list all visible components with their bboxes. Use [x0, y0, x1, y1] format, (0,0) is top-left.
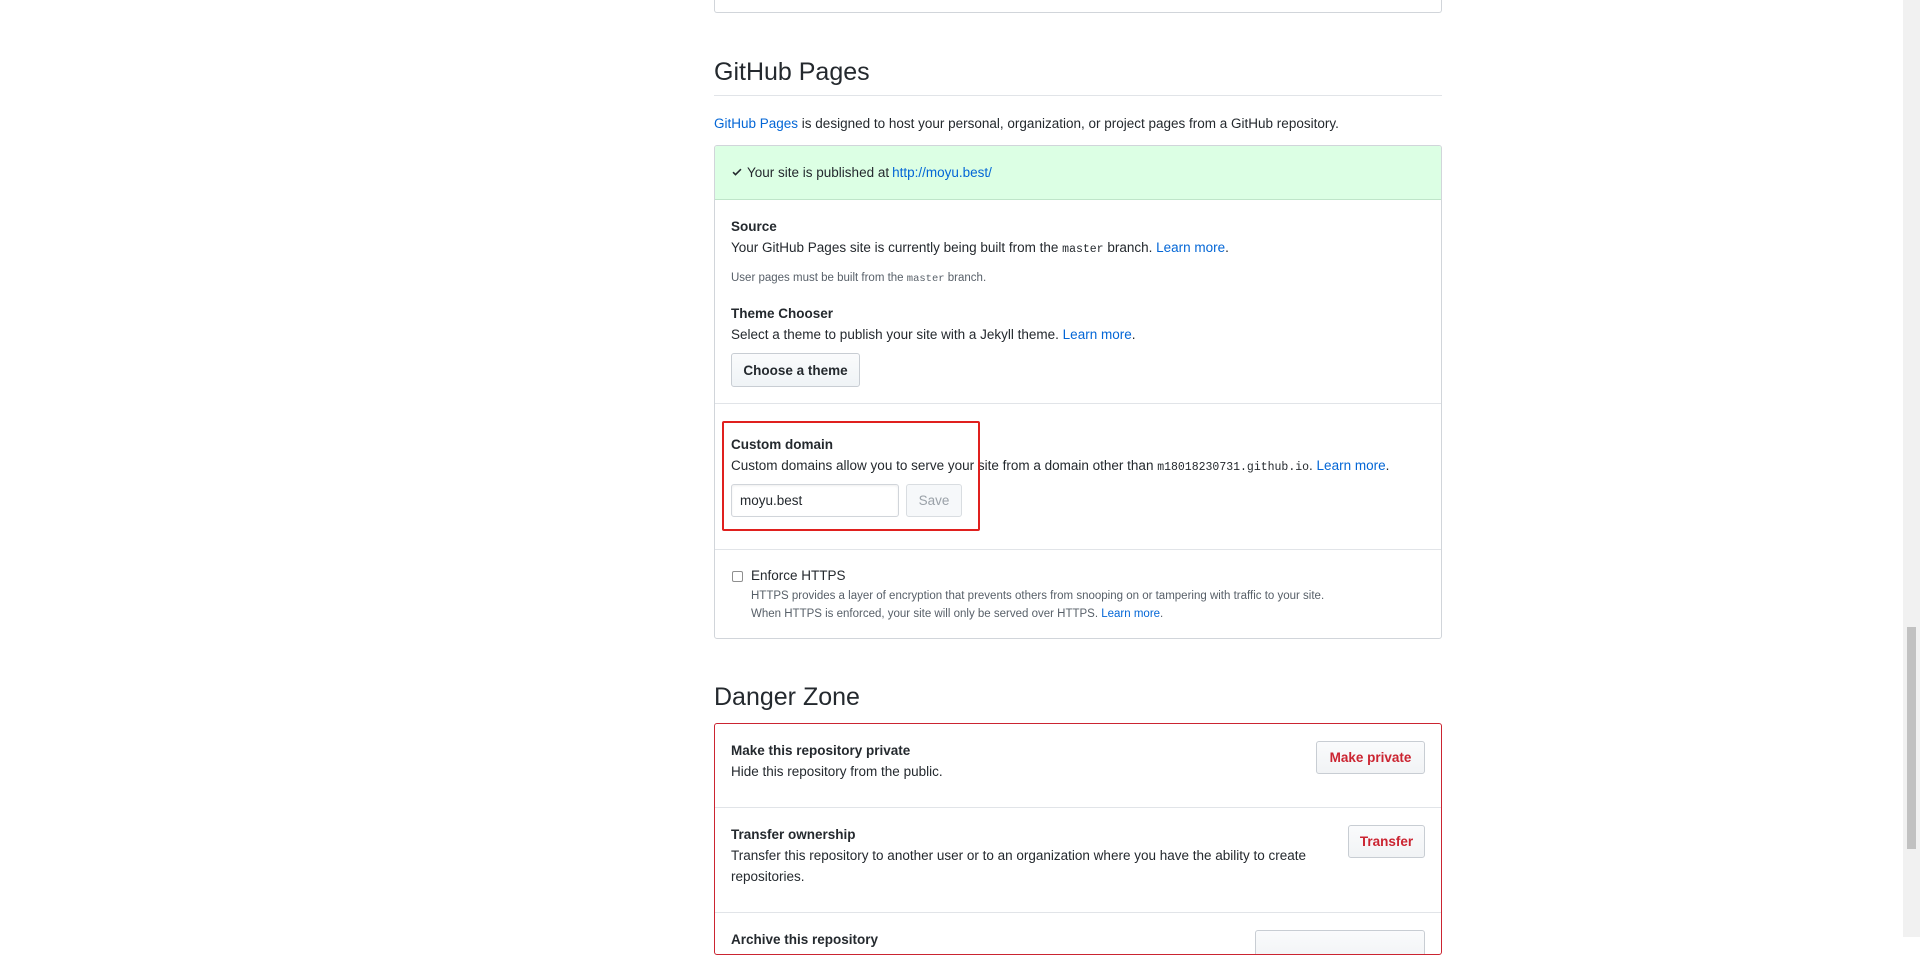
- published-flash: Your site is published at http://moyu.be…: [715, 146, 1441, 200]
- source-learn-more-link[interactable]: Learn more: [1156, 240, 1225, 255]
- custom-domain-input[interactable]: [731, 484, 899, 517]
- danger-zone-box: Make this repository private Hide this r…: [714, 723, 1442, 955]
- published-url-link[interactable]: http://moyu.best/: [892, 165, 992, 180]
- https-learn-more-link[interactable]: Learn more: [1101, 608, 1160, 620]
- transfer-description-2: repositories.: [731, 869, 805, 884]
- source-note: User pages must be built from the master…: [731, 272, 987, 285]
- make-private-title: Make this repository private: [731, 743, 911, 758]
- enforce-https-label: Enforce HTTPS: [751, 568, 846, 583]
- make-private-description: Hide this repository from the public.: [731, 764, 943, 779]
- save-domain-button[interactable]: Save: [906, 484, 962, 517]
- custom-domain-section: Custom domain Custom domains allow you t…: [715, 404, 1441, 550]
- theme-learn-more-link[interactable]: Learn more: [1063, 327, 1132, 342]
- source-section: Source Your GitHub Pages site is current…: [715, 200, 1441, 404]
- make-private-section: Make this repository private Hide this r…: [715, 724, 1441, 808]
- custom-domain-title: Custom domain: [731, 437, 834, 452]
- transfer-description-1: Transfer this repository to another user…: [731, 848, 1307, 863]
- previous-section-box: [714, 0, 1442, 13]
- github-io-domain-code: m18018230731.github.io: [1157, 461, 1310, 474]
- pages-description-text: is designed to host your personal, organ…: [798, 116, 1339, 131]
- archive-button[interactable]: [1255, 930, 1425, 954]
- source-title: Source: [731, 219, 777, 234]
- archive-title: Archive this repository: [731, 932, 879, 947]
- github-pages-box: Your site is published at http://moyu.be…: [714, 145, 1442, 639]
- github-pages-link[interactable]: GitHub Pages: [714, 116, 798, 131]
- theme-chooser-description: Select a theme to publish your site with…: [731, 327, 1136, 342]
- page-scrollbar[interactable]: [1903, 0, 1920, 937]
- source-description: Your GitHub Pages site is currently bein…: [731, 240, 1229, 256]
- transfer-button[interactable]: Transfer: [1348, 825, 1425, 858]
- source-branch-code: master: [1062, 243, 1104, 256]
- domain-learn-more-link[interactable]: Learn more: [1317, 458, 1386, 473]
- transfer-ownership-title: Transfer ownership: [731, 827, 856, 842]
- enforce-https-checkbox[interactable]: [732, 571, 743, 582]
- custom-domain-description: Custom domains allow you to serve your s…: [731, 458, 1390, 474]
- theme-chooser-title: Theme Chooser: [731, 306, 834, 321]
- enforce-https-section: Enforce HTTPS HTTPS provides a layer of …: [715, 550, 1441, 638]
- flash-text: Your site is published at: [747, 165, 890, 180]
- scrollbar-thumb[interactable]: [1907, 627, 1916, 849]
- section-title-github-pages: GitHub Pages: [714, 58, 1442, 96]
- archive-section: Archive this repository: [715, 913, 1441, 954]
- check-icon: [731, 165, 743, 181]
- make-private-button[interactable]: Make private: [1316, 741, 1425, 774]
- pages-description: GitHub Pages is designed to host your pe…: [714, 116, 1339, 131]
- transfer-ownership-section: Transfer ownership Transfer this reposit…: [715, 808, 1441, 913]
- section-title-danger-zone: Danger Zone: [714, 683, 860, 711]
- https-description-1: HTTPS provides a layer of encryption tha…: [751, 590, 1325, 602]
- https-description-2: When HTTPS is enforced, your site will o…: [751, 608, 1164, 620]
- choose-theme-button[interactable]: Choose a theme: [731, 353, 860, 387]
